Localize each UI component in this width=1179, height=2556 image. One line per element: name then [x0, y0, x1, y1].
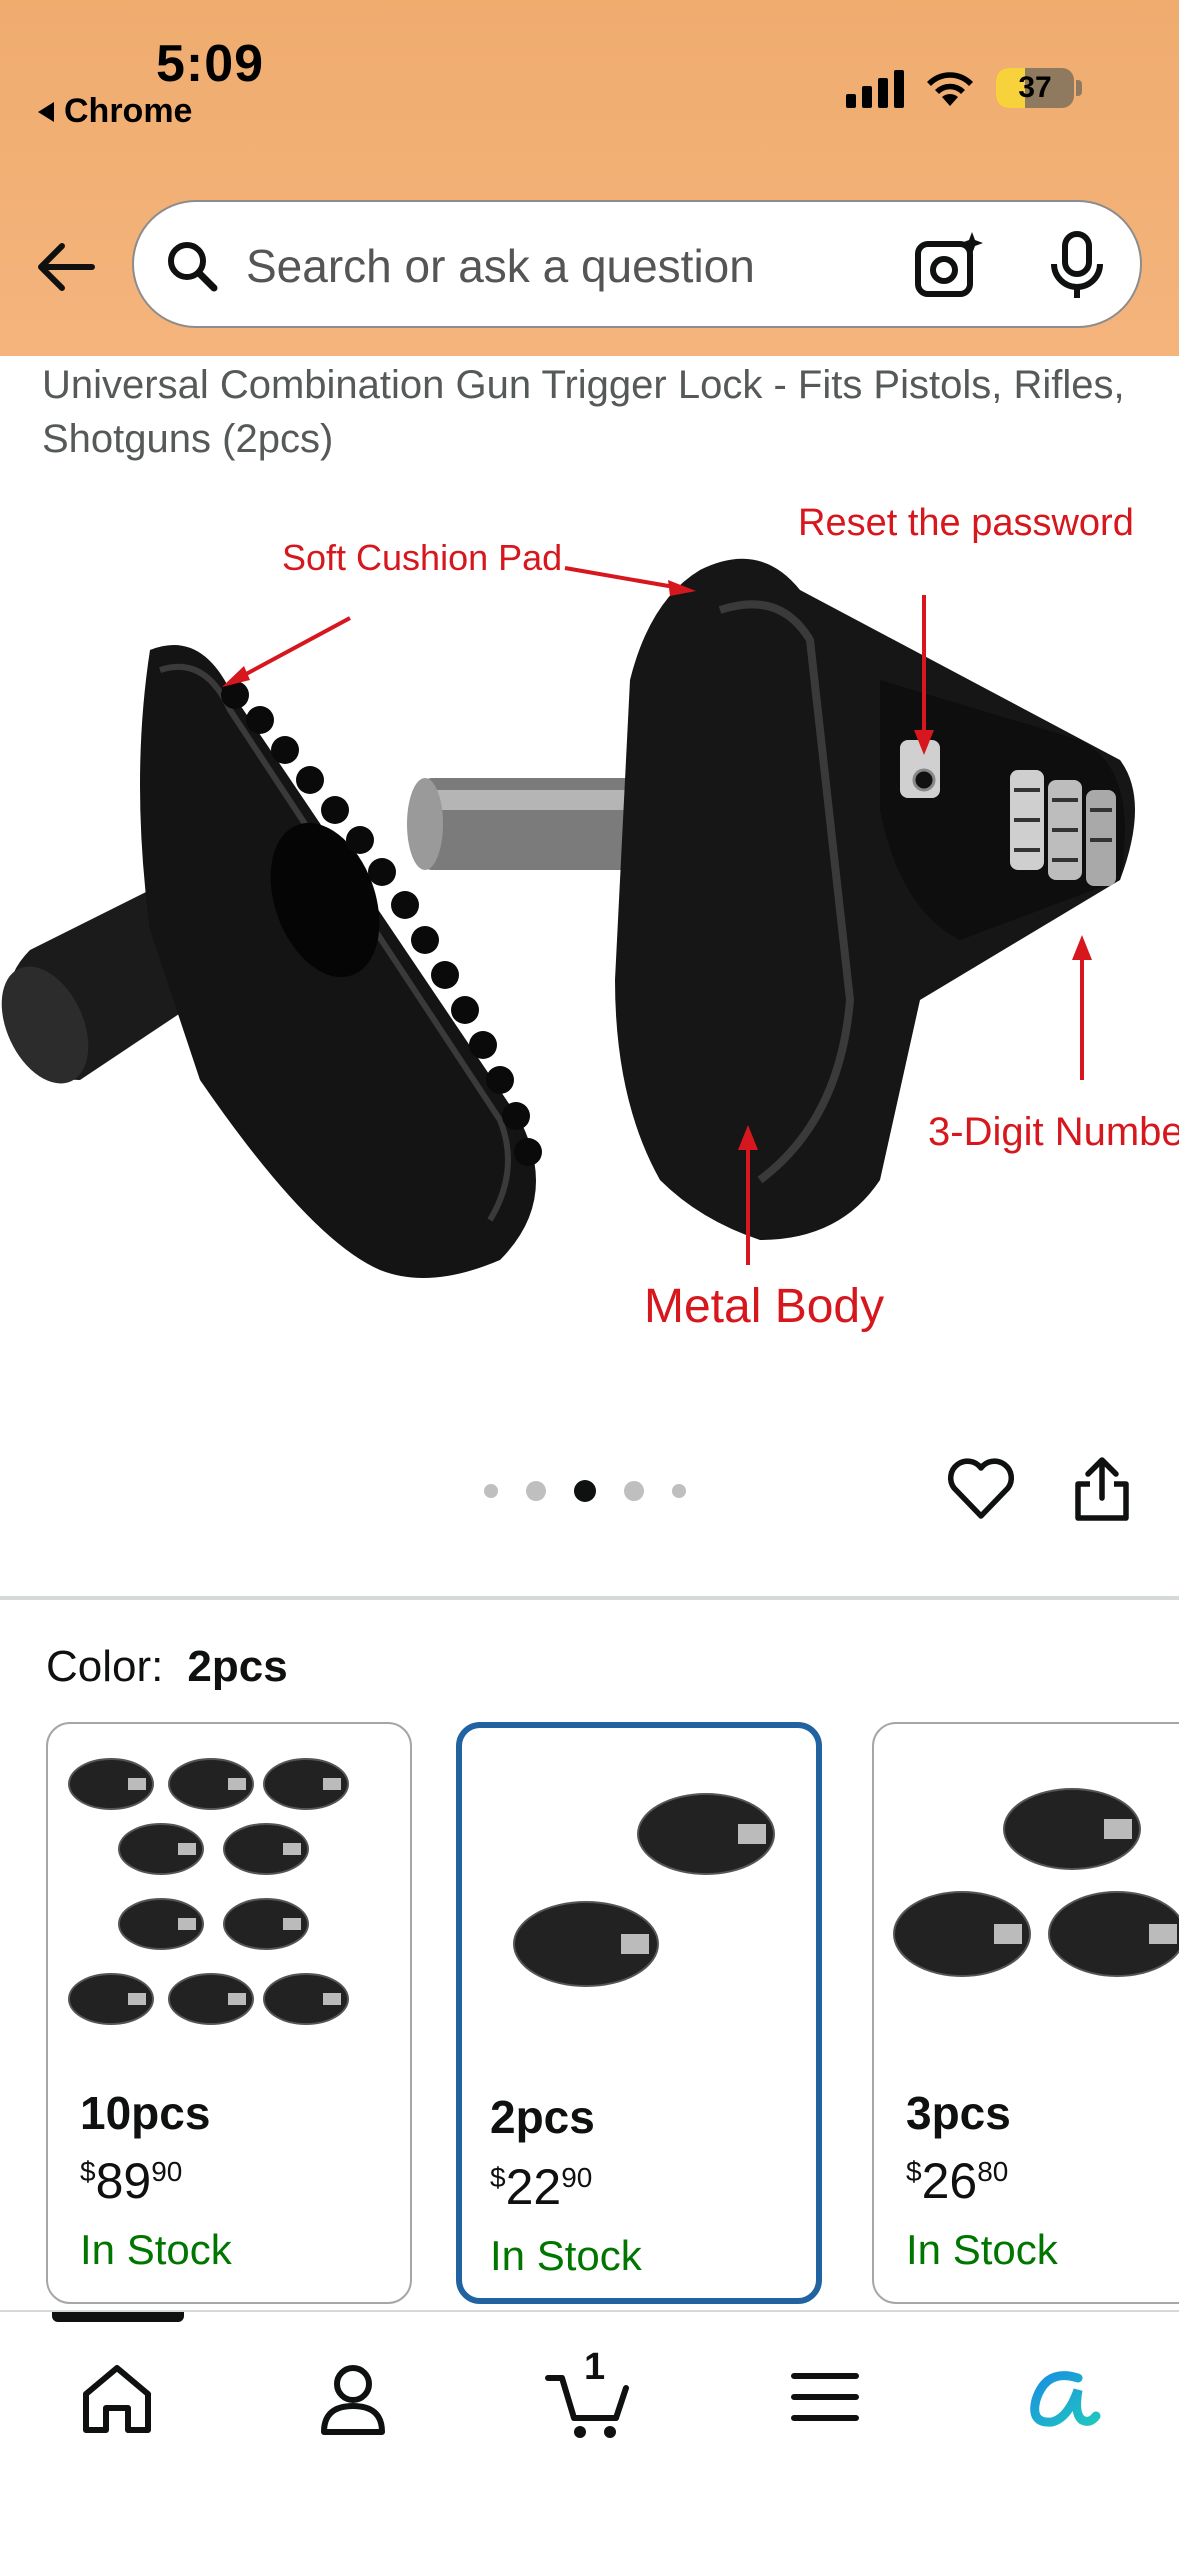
price-cents: 90: [561, 2162, 593, 2193]
variant-price: $89 90: [80, 2152, 182, 2210]
variant-stock-status: In Stock: [490, 2232, 642, 2279]
menu-icon[interactable]: [780, 2352, 870, 2442]
cart-button[interactable]: 1: [544, 2346, 634, 2442]
callout-metal-body: Metal Body: [644, 1280, 884, 1333]
cellular-signal-icon: [846, 70, 904, 108]
section-divider: [0, 1596, 1179, 1600]
camera-search-icon[interactable]: [912, 228, 988, 304]
wifi-icon: [927, 72, 973, 106]
active-tab-indicator: [52, 2312, 184, 2322]
price-cents: 90: [151, 2156, 183, 2187]
cart-count: 1: [584, 2346, 606, 2388]
battery-tip: [1076, 80, 1082, 96]
color-selected-value: 2pcs: [187, 1642, 288, 1691]
search-input[interactable]: [246, 228, 806, 304]
callout-three-digit: 3-Digit Number: [928, 1110, 1179, 1154]
heart-icon[interactable]: [946, 1456, 1016, 1522]
rufus-ai-icon[interactable]: [1016, 2352, 1106, 2442]
variant-stock-status: In Stock: [906, 2226, 1058, 2273]
product-image[interactable]: Soft Cushion Pad Reset the password 3-Di…: [0, 480, 1179, 1400]
back-triangle-icon: [38, 101, 54, 122]
search-icon: [168, 242, 218, 292]
carousel-dot[interactable]: [484, 1484, 498, 1498]
price-currency: $: [80, 2156, 96, 2187]
price-whole: 22: [505, 2159, 562, 2215]
color-label: Color:: [46, 1642, 164, 1691]
variant-stock-status: In Stock: [80, 2226, 232, 2273]
variant-card-2pcs[interactable]: 2pcs $22 90 In Stock: [456, 1722, 822, 2304]
product-title[interactable]: Universal Combination Gun Trigger Lock -…: [42, 358, 1152, 466]
battery-indicator: 37: [996, 68, 1074, 108]
price-whole: 89: [95, 2153, 152, 2209]
variant-name: 2pcs: [490, 2091, 595, 2143]
variant-card-10pcs[interactable]: 10pcs $89 90 In Stock: [46, 1722, 412, 2304]
share-icon[interactable]: [1072, 1454, 1132, 1524]
variant-card-3pcs[interactable]: 3pcs $26 80 In Stock: [872, 1722, 1179, 2304]
bottom-navigation: 1: [0, 2310, 1179, 2556]
price-whole: 26: [921, 2153, 978, 2209]
variant-name: 10pcs: [80, 2087, 211, 2139]
variant-thumbnail: [513, 1793, 775, 1987]
variant-price: $22 90: [490, 2158, 592, 2216]
battery-level: 37: [1018, 71, 1052, 104]
carousel-dot[interactable]: [672, 1484, 686, 1498]
carousel-dot[interactable]: [526, 1481, 546, 1501]
account-icon[interactable]: [308, 2352, 398, 2442]
back-app-label: Chrome: [64, 92, 193, 130]
variant-thumbnail: [893, 1788, 1179, 1977]
variant-name: 3pcs: [906, 2087, 1011, 2139]
variant-price: $26 80: [906, 2152, 1008, 2210]
callout-soft-cushion-pad: Soft Cushion Pad: [282, 537, 562, 578]
search-bar[interactable]: [132, 200, 1142, 328]
price-currency: $: [490, 2162, 506, 2193]
carousel-dot-active[interactable]: [574, 1480, 596, 1502]
lock-left-half: [1, 645, 542, 1278]
status-time: 5:09: [156, 35, 265, 93]
price-cents: 80: [977, 2156, 1009, 2187]
back-to-app-link[interactable]: Chrome: [38, 92, 192, 131]
image-carousel-indicator[interactable]: [484, 1480, 686, 1502]
microphone-icon[interactable]: [1042, 230, 1112, 302]
variant-thumbnail: [68, 1758, 349, 2025]
price-currency: $: [906, 2156, 922, 2187]
app-header: 5:09 Chrome 37: [0, 0, 1179, 356]
callout-reset-password: Reset the password: [798, 502, 1134, 544]
carousel-dot[interactable]: [624, 1481, 644, 1501]
color-selector-label: Color: 2pcs: [46, 1642, 288, 1692]
home-icon[interactable]: [72, 2352, 162, 2442]
back-arrow-icon[interactable]: [32, 232, 102, 302]
